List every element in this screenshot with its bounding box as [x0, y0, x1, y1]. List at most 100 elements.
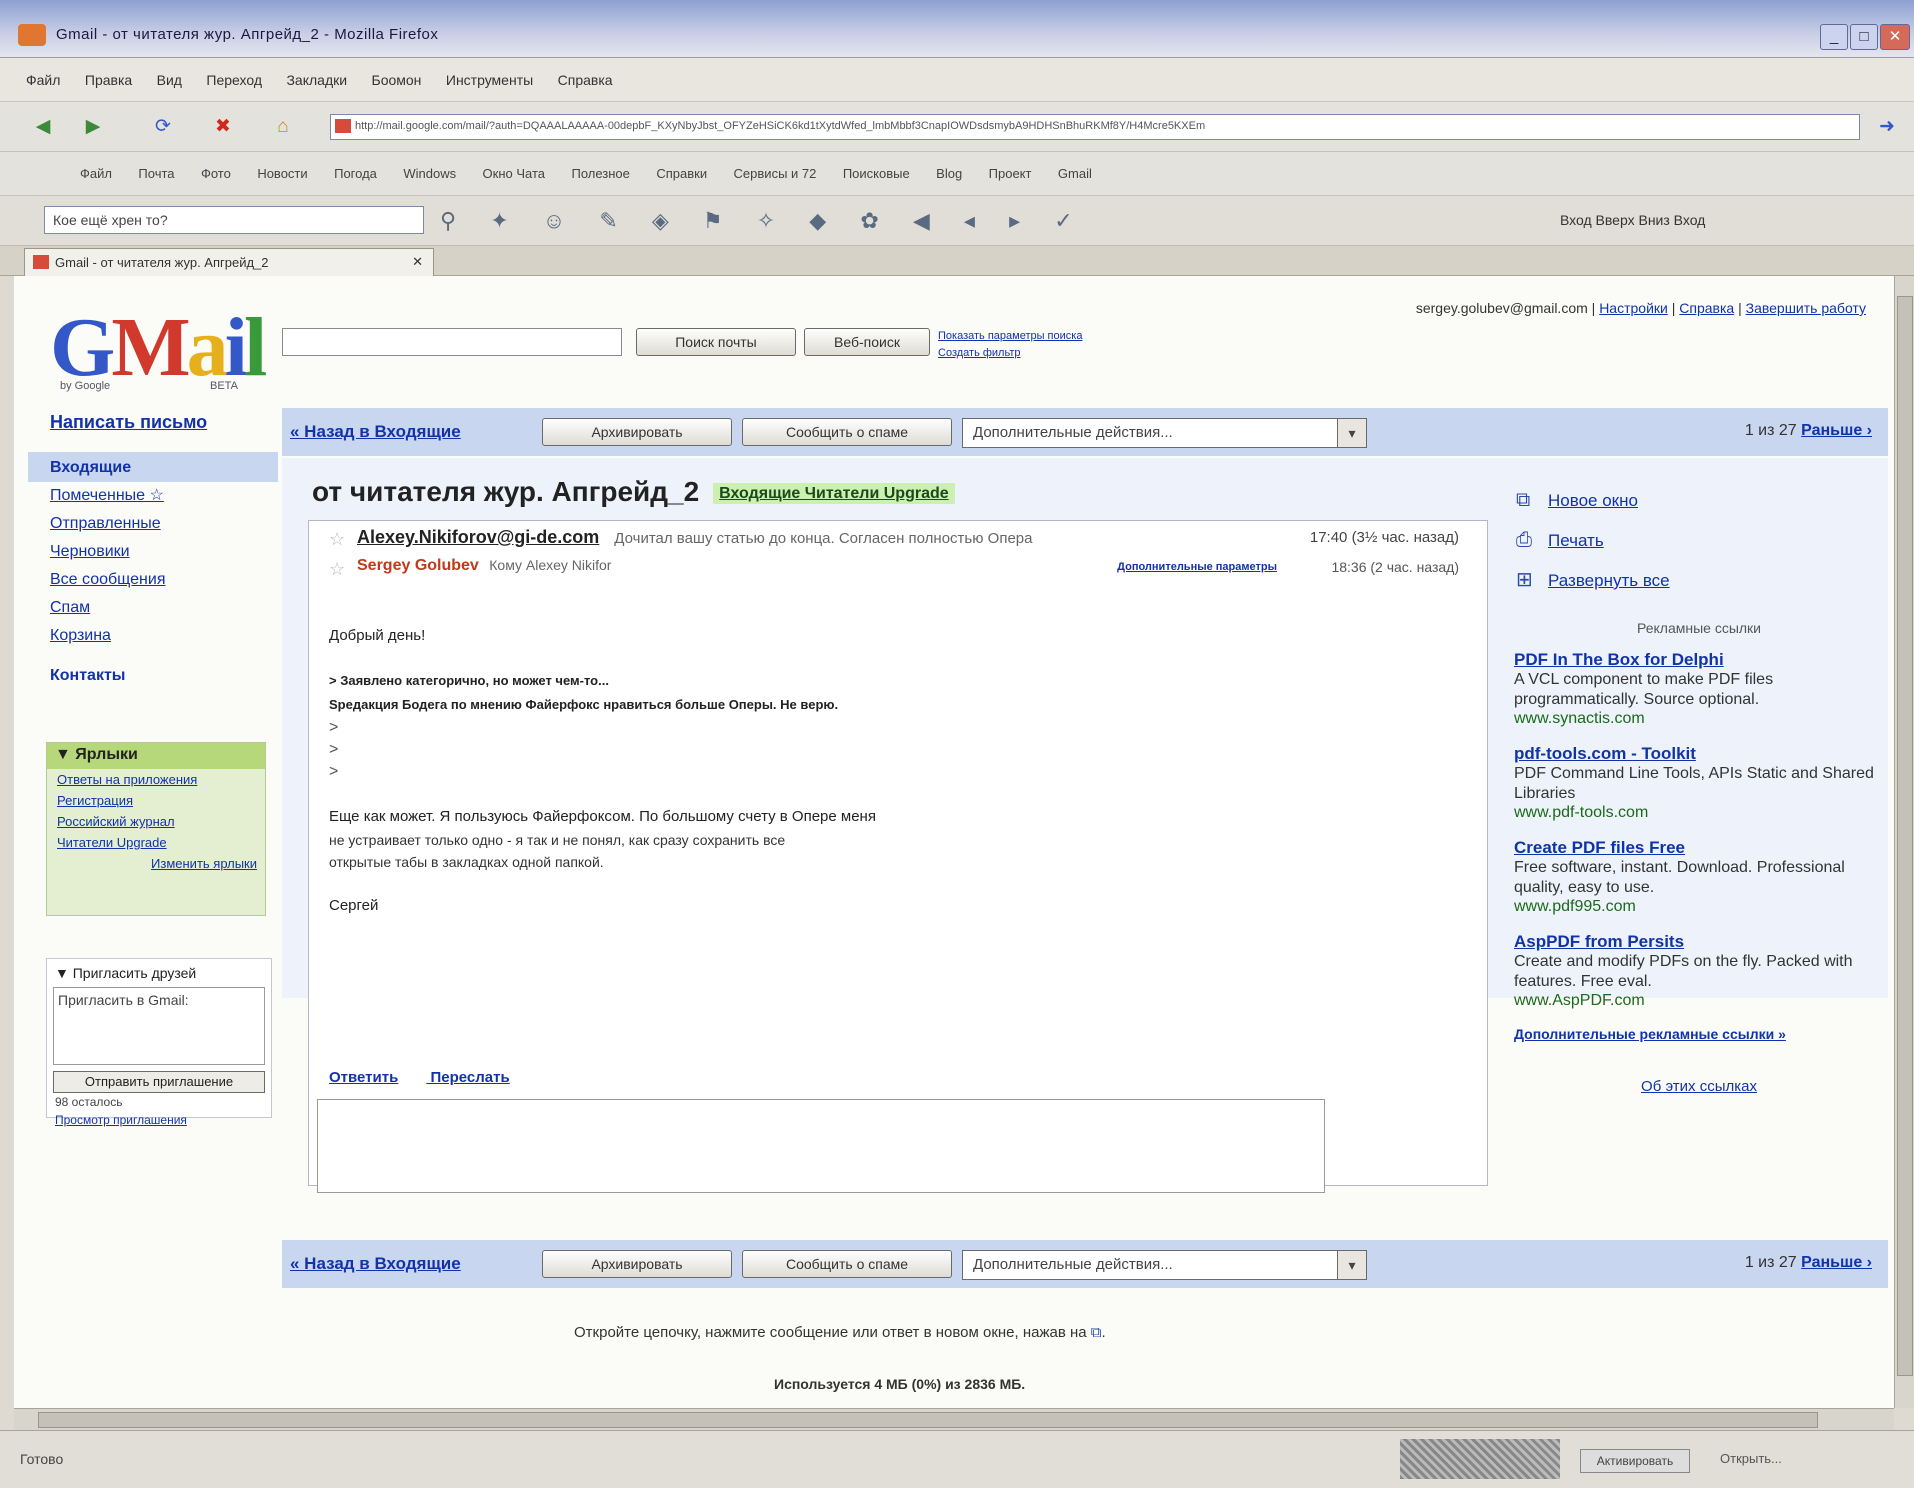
bookmark-item[interactable]: Почта — [127, 166, 185, 181]
scrollbar-thumb[interactable] — [38, 1412, 1818, 1428]
sender-2[interactable]: Sergey Golubev — [357, 557, 479, 574]
scrollbar-thumb[interactable] — [1897, 296, 1913, 1376]
ad-title[interactable]: AspPDF from Persits — [1514, 932, 1884, 952]
toolbar-icons[interactable]: ⚲ ✦ ☺ ✎ ◈ ⚑ ✧ ◆ ✿ ◀ ◂ ▸ ✓ — [440, 208, 1087, 234]
bookmark-item[interactable]: Погода — [323, 166, 388, 181]
back-icon[interactable]: ◀ — [30, 114, 56, 140]
reply-link[interactable]: Ответить — [329, 1069, 398, 1086]
chevron-down-icon[interactable]: ▾ — [1337, 418, 1367, 448]
nav-trash[interactable]: Корзина — [50, 622, 250, 650]
search-mail-button[interactable]: Поиск почты — [636, 328, 796, 356]
archive-button[interactable]: Архивировать — [542, 418, 732, 446]
report-spam-button[interactable]: Сообщить о спаме — [742, 418, 952, 446]
new-window-link[interactable]: ⧉ Новое окно — [1514, 486, 1884, 526]
bookmark-item[interactable]: Справки — [645, 166, 718, 181]
invite-header[interactable]: ▼ Пригласить друзей — [47, 959, 271, 987]
menu-go[interactable]: Переход — [196, 72, 272, 88]
label-item[interactable]: Регистрация — [47, 790, 265, 811]
bookmark-item[interactable]: Новости — [246, 166, 318, 181]
nav-all-mail[interactable]: Все сообщения — [50, 566, 250, 594]
toolbar-search-input[interactable]: Кое ещё хрен то? — [44, 206, 424, 234]
menu-bookmarks[interactable]: Закладки — [276, 72, 357, 88]
expand-all-link[interactable]: ⊞ Развернуть все — [1514, 566, 1884, 606]
url-field[interactable]: http://mail.google.com/mail/?auth=DQAAAL… — [330, 114, 1860, 140]
ad-title[interactable]: pdf-tools.com - Toolkit — [1514, 744, 1884, 764]
label-item[interactable]: Читатели Upgrade — [47, 832, 265, 853]
close-window-button[interactable]: ✕ — [1880, 24, 1910, 50]
vertical-scrollbar[interactable] — [1894, 276, 1914, 1408]
report-spam-button[interactable]: Сообщить о спаме — [742, 1250, 952, 1278]
tab-gmail[interactable]: Gmail - от читателя жур. Апгрейд_2 ✕ — [24, 248, 434, 276]
more-ads-link[interactable]: Дополнительные рекламные ссылки » — [1514, 1026, 1884, 1042]
bookmark-item[interactable]: Поисковые — [832, 166, 921, 181]
bookmark-item[interactable]: Сервисы и 72 — [723, 166, 828, 181]
forward-link[interactable]: Переслать — [431, 1069, 510, 1086]
compose-link[interactable]: Написать письмо — [50, 412, 207, 433]
ad-title[interactable]: PDF In The Box for Delphi — [1514, 650, 1884, 670]
back-to-inbox-link[interactable]: « Назад в Входящие — [290, 422, 461, 442]
nav-drafts[interactable]: Черновики — [50, 538, 250, 566]
back-to-inbox-link[interactable]: « Назад в Входящие — [290, 1254, 461, 1274]
bookmark-item[interactable]: Проект — [978, 166, 1043, 181]
nav-spam[interactable]: Спам — [50, 594, 250, 622]
more-options-link[interactable]: Дополнительные параметры — [1117, 561, 1277, 573]
nav-inbox[interactable]: Входящие — [50, 454, 250, 482]
sender-1[interactable]: Alexey.Nikiforov@gi-de.com — [357, 527, 599, 547]
more-actions-select[interactable]: Дополнительные действия... ▾ — [962, 418, 1367, 448]
nav-sent[interactable]: Отправленные — [50, 510, 250, 538]
tab-close-icon[interactable]: ✕ — [412, 254, 423, 270]
status-button[interactable]: Активировать — [1580, 1449, 1690, 1473]
bookmark-item[interactable]: Windows — [392, 166, 467, 181]
menu-misc[interactable]: Боомон — [362, 72, 432, 88]
stop-icon[interactable]: ✖ — [210, 114, 236, 140]
older-link[interactable]: Раньше › — [1801, 1254, 1872, 1271]
sign-out-link[interactable]: Завершить работу — [1746, 300, 1866, 316]
about-ads-link[interactable]: Об этих ссылках — [1514, 1078, 1884, 1095]
nav-contacts[interactable]: Контакты — [50, 662, 250, 690]
show-search-options-link[interactable]: Показать параметры поиска — [938, 328, 1082, 345]
nav-starred[interactable]: Помеченные ☆ — [50, 482, 250, 510]
create-filter-link[interactable]: Создать фильтр — [938, 345, 1082, 362]
settings-link[interactable]: Настройки — [1599, 300, 1668, 316]
bookmark-item[interactable]: Gmail — [1047, 166, 1103, 181]
forward-icon[interactable]: ▶ — [80, 114, 106, 140]
home-icon[interactable]: ⌂ — [270, 114, 296, 140]
bookmark-item[interactable]: Файл — [0, 166, 123, 181]
menu-edit[interactable]: Правка — [75, 72, 142, 88]
invite-email-field[interactable]: Пригласить в Gmail: — [53, 987, 265, 1065]
send-invite-button[interactable]: Отправить приглашение — [53, 1071, 265, 1093]
new-window-icon[interactable]: ⧉ — [1091, 1324, 1102, 1341]
star-icon[interactable]: ☆ — [329, 559, 345, 580]
archive-button[interactable]: Архивировать — [542, 1250, 732, 1278]
mail-search-input[interactable] — [282, 328, 622, 356]
bookmark-item[interactable]: Blog — [925, 166, 973, 181]
labels-header[interactable]: ▼ Ярлыки — [47, 743, 265, 769]
horizontal-scrollbar[interactable] — [14, 1408, 1894, 1430]
collapsed-message-header[interactable]: Alexey.Nikiforov@gi-de.com Дочитал вашу … — [357, 527, 1032, 548]
maximize-button[interactable]: □ — [1850, 24, 1878, 50]
menu-file[interactable]: Файл — [0, 72, 70, 88]
message-labels[interactable]: Входящие Читатели Upgrade — [713, 482, 955, 504]
help-link[interactable]: Справка — [1679, 300, 1734, 316]
star-icon[interactable]: ☆ — [329, 529, 345, 550]
menu-help[interactable]: Справка — [548, 72, 623, 88]
menu-tools[interactable]: Инструменты — [436, 72, 543, 88]
chevron-down-icon[interactable]: ▾ — [1337, 1250, 1367, 1280]
search-web-button[interactable]: Веб-поиск — [804, 328, 930, 356]
print-link[interactable]: ⎙ Печать — [1514, 526, 1884, 566]
bookmark-item[interactable]: Окно Чата — [472, 166, 556, 181]
toolbar-extra-buttons[interactable]: Вход Вверх Вниз Вход — [1560, 212, 1705, 228]
edit-labels-link[interactable]: Изменить ярлыки — [47, 853, 265, 875]
preview-invite-link[interactable]: Просмотр приглашения — [47, 1111, 271, 1129]
older-link[interactable]: Раньше › — [1801, 422, 1872, 439]
label-item[interactable]: Российский журнал — [47, 811, 265, 832]
minimize-button[interactable]: _ — [1820, 24, 1848, 50]
quick-reply-box[interactable] — [317, 1099, 1325, 1193]
bookmark-item[interactable]: Фото — [190, 166, 242, 181]
go-icon[interactable]: ➜ — [1874, 114, 1900, 140]
label-item[interactable]: Ответы на приложения — [47, 769, 265, 790]
bookmark-item[interactable]: Полезное — [560, 166, 640, 181]
more-actions-select[interactable]: Дополнительные действия... ▾ — [962, 1250, 1367, 1280]
menu-view[interactable]: Вид — [147, 72, 192, 88]
ad-title[interactable]: Create PDF files Free — [1514, 838, 1884, 858]
